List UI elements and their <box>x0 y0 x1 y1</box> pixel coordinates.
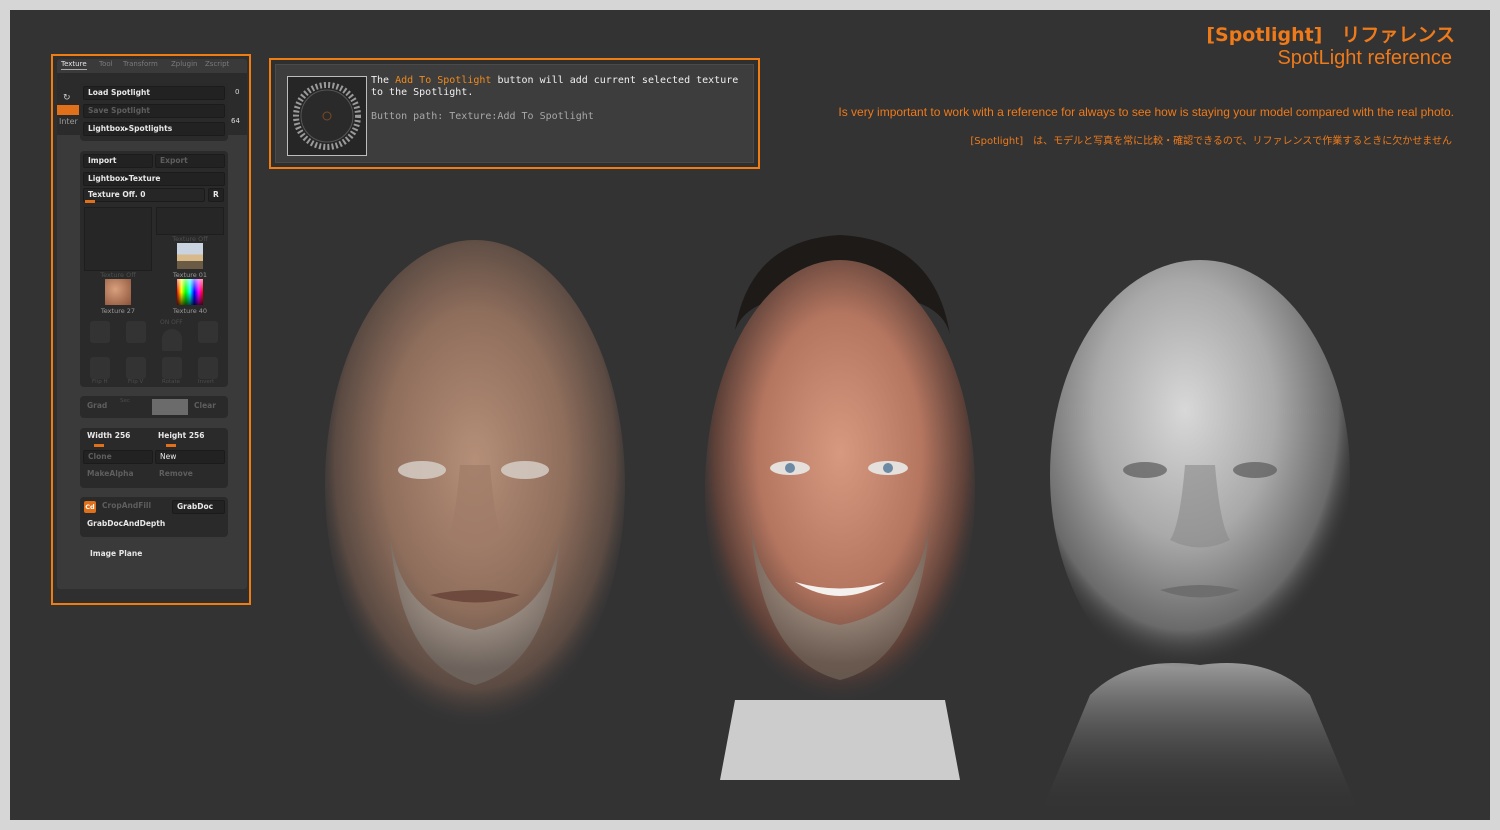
grab-doc-and-depth-button[interactable]: GrabDocAndDepth <box>83 518 225 532</box>
on-off-label: ON OFF <box>160 319 183 326</box>
gradient-group: Grad Sec Clear <box>80 396 228 418</box>
tooltip-panel: The Add To Spotlight button will add cur… <box>275 64 754 163</box>
height-slider-knob[interactable] <box>166 444 176 447</box>
title-japanese: [Spotlight] リファレンス <box>1206 24 1455 46</box>
flip-h-icon[interactable] <box>90 357 110 379</box>
texture-off-slot[interactable] <box>156 207 224 235</box>
tooltip-text-pre: The <box>371 75 396 86</box>
spotlight-dial-icon <box>287 76 367 156</box>
invert-icon[interactable] <box>198 357 218 379</box>
texture-group: Import Export Lightbox▸Texture Texture O… <box>80 151 228 387</box>
sculpt-textured-head-image <box>310 235 640 775</box>
texture-palette-highlight: Texture Tool Transform Zplugin Zscript ↻… <box>51 54 251 605</box>
grab-doc-button[interactable]: GrabDoc <box>172 500 225 514</box>
remove-button[interactable]: Remove <box>155 468 225 482</box>
make-alpha-button[interactable]: MakeAlpha <box>83 468 153 482</box>
clone-button[interactable]: Clone <box>83 450 153 464</box>
rotate-label: Rotate <box>162 379 181 385</box>
side-number: 0 <box>235 88 240 96</box>
current-texture-tab[interactable] <box>57 105 79 115</box>
refresh-icon[interactable]: ↻ <box>63 93 73 103</box>
texture-label: Texture Off <box>172 235 208 243</box>
invert-label: Invert <box>198 379 215 385</box>
texture-27-thumbnail[interactable] <box>105 279 131 305</box>
gradient-color-swatch[interactable] <box>152 399 188 415</box>
texture-40-thumbnail[interactable] <box>177 279 203 305</box>
reference-photo-image <box>690 220 990 780</box>
grad-button[interactable]: Grad <box>83 400 149 414</box>
rotate-icon[interactable] <box>162 357 182 379</box>
interface-label: Inter <box>59 117 78 126</box>
tooltip-button-name: Add To Spotlight <box>395 75 492 86</box>
cd-toggle[interactable]: Cd <box>84 501 96 513</box>
tab-transform[interactable]: Transform <box>123 60 158 68</box>
palette-tabs: Texture Tool Transform Zplugin Zscript <box>57 59 247 71</box>
sculpt-clay-head-image <box>1020 255 1380 815</box>
height-slider[interactable]: Height 256 <box>154 430 224 444</box>
description-english: Is very important to work with a referen… <box>838 105 1454 119</box>
image-plane-label[interactable]: Image Plane <box>90 549 142 558</box>
tab-texture[interactable]: Texture <box>61 60 87 70</box>
texture-slider[interactable]: Texture Off. 0 <box>83 188 205 202</box>
load-spotlight-button[interactable]: Load Spotlight <box>83 86 225 100</box>
width-slider-knob[interactable] <box>94 444 104 447</box>
tooltip-button-path: Button path: Texture:Add To Spotlight <box>371 111 594 122</box>
brush-icon[interactable] <box>126 321 146 343</box>
tab-zplugin[interactable]: Zplugin <box>171 60 197 68</box>
save-spotlight-button[interactable]: Save Spotlight <box>83 104 225 118</box>
import-button[interactable]: Import <box>83 154 153 168</box>
tab-zscript[interactable]: Zscript <box>205 60 229 68</box>
sec-label: Sec <box>120 398 130 404</box>
lightbox-spotlights-button[interactable]: Lightbox▸Spotlights <box>83 122 225 136</box>
size-group: Width 256 Height 256 Clone New MakeAlpha… <box>80 428 228 488</box>
gauge-icon[interactable] <box>162 329 182 351</box>
width-slider[interactable]: Width 256 <box>83 430 153 444</box>
texture-label: Texture Off <box>100 271 136 279</box>
flip-v-icon[interactable] <box>126 357 146 379</box>
new-button[interactable]: New <box>155 450 225 464</box>
canvas: Texture Tool Transform Zplugin Zscript ↻… <box>10 10 1490 820</box>
title-english: SpotLight reference <box>1277 47 1452 69</box>
spotlight-group: Load Spotlight Save Spotlight Lightbox▸S… <box>80 83 228 141</box>
texture-01-thumbnail[interactable] <box>177 243 203 269</box>
texture-palette: Texture Tool Transform Zplugin Zscript ↻… <box>57 59 247 589</box>
lightbox-texture-button[interactable]: Lightbox▸Texture <box>83 172 225 186</box>
flip-h-label: Flip H <box>92 379 108 385</box>
texture-label: Texture 40 <box>172 307 208 315</box>
flip-v-label: Flip V <box>128 379 144 385</box>
texture-label: Texture 27 <box>100 307 136 315</box>
export-button[interactable]: Export <box>155 154 225 168</box>
crop-and-fill-button[interactable]: CropAndFill <box>98 500 168 514</box>
dial-icon[interactable] <box>198 321 218 343</box>
clear-button[interactable]: Clear <box>190 400 226 414</box>
add-spotlight-icon[interactable] <box>90 321 110 343</box>
reset-r-button[interactable]: R <box>208 188 224 202</box>
texture-label: Texture 01 <box>172 271 208 279</box>
tooltip-highlight: The Add To Spotlight button will add cur… <box>269 58 760 169</box>
side-number: 64 <box>231 117 240 125</box>
texture-slider-knob[interactable] <box>85 200 95 203</box>
grab-group: Cd CropAndFill GrabDoc GrabDocAndDepth <box>80 497 228 537</box>
tooltip-description: The Add To Spotlight button will add cur… <box>371 75 751 99</box>
description-japanese: [Spotlight] は、モデルと写真を常に比較・確認できるので、リファレンス… <box>970 136 1452 147</box>
tab-tool[interactable]: Tool <box>99 60 113 68</box>
current-texture-slot[interactable] <box>84 207 152 271</box>
